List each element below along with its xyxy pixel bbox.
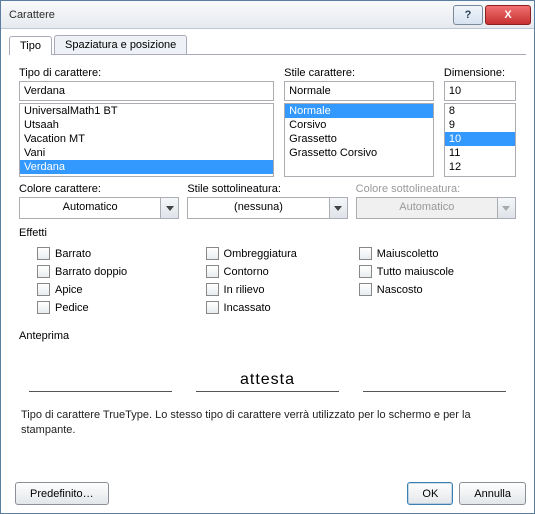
style-input[interactable] [284, 81, 434, 101]
character-dialog: Carattere ? X Tipo Spaziatura e posizion… [0, 0, 535, 514]
style-listbox[interactable]: Normale Corsivo Grassetto Grassetto Cors… [284, 103, 434, 177]
checkbox-icon [359, 247, 372, 260]
chevron-down-icon [497, 198, 515, 218]
underline-color-value: Automatico [357, 198, 497, 218]
cancel-button[interactable]: Annulla [459, 482, 526, 505]
checkbox-icon [37, 265, 50, 278]
tab-type[interactable]: Tipo [9, 36, 52, 55]
font-listbox[interactable]: UniversalMath1 BT Utsaah Vacation MT Van… [19, 103, 274, 177]
checkbox-icon [37, 283, 50, 296]
list-item[interactable]: Vani [20, 146, 273, 160]
chevron-down-icon [329, 198, 347, 218]
underline-style-label: Stile sottolineatura: [187, 183, 347, 195]
list-item[interactable]: 8 [445, 104, 515, 118]
checkbox-icon [206, 283, 219, 296]
titlebar: Carattere ? X [1, 1, 534, 29]
checkbox-icon [359, 265, 372, 278]
checkbox-hidden[interactable]: Nascosto [359, 283, 512, 296]
list-item[interactable]: Corsivo [285, 118, 433, 132]
list-item[interactable]: UniversalMath1 BT [20, 104, 273, 118]
checkbox-icon [37, 247, 50, 260]
checkbox-shadow[interactable]: Ombreggiatura [206, 247, 359, 260]
preview-text: attesta [240, 371, 295, 391]
size-label: Dimensione: [444, 67, 516, 79]
underline-color-dropdown: Automatico [356, 197, 516, 219]
window-title: Carattere [1, 9, 452, 21]
ok-button[interactable]: OK [407, 482, 453, 505]
preview-area: attesta [19, 346, 516, 400]
tab-bar: Tipo Spaziatura e posizione [9, 35, 526, 55]
checkbox-outline[interactable]: Contorno [206, 265, 359, 278]
underline-style-dropdown[interactable]: (nessuna) [187, 197, 347, 219]
font-input[interactable] [19, 81, 274, 101]
preview-label: Anteprima [19, 330, 516, 342]
checkbox-icon [206, 247, 219, 260]
list-item[interactable]: 11 [445, 146, 515, 160]
checkbox-double-strike[interactable]: Barrato doppio [37, 265, 206, 278]
checkbox-icon [206, 301, 219, 314]
font-color-label: Colore carattere: [19, 183, 179, 195]
checkbox-icon [206, 265, 219, 278]
list-item[interactable]: 12 [445, 160, 515, 174]
checkbox-icon [359, 283, 372, 296]
checkbox-engrave[interactable]: Incassato [206, 301, 359, 314]
checkbox-allcaps[interactable]: Tutto maiuscole [359, 265, 512, 278]
effects-label: Effetti [19, 227, 516, 239]
underline-style-value: (nessuna) [188, 198, 328, 218]
size-listbox[interactable]: 8 9 10 11 12 [444, 103, 516, 177]
default-button[interactable]: Predefinito… [15, 482, 109, 505]
chevron-down-icon [160, 198, 178, 218]
checkbox-subscript[interactable]: Pedice [37, 301, 206, 314]
list-item[interactable]: Vacation MT [20, 132, 273, 146]
checkbox-superscript[interactable]: Apice [37, 283, 206, 296]
font-label: Tipo di carattere: [19, 67, 274, 79]
tab-spacing[interactable]: Spaziatura e posizione [54, 35, 187, 54]
style-label: Stile carattere: [284, 67, 434, 79]
tab-type-label: Tipo [20, 40, 41, 52]
list-item[interactable]: Utsaah [20, 118, 273, 132]
size-input[interactable] [444, 81, 516, 101]
list-item[interactable]: Verdana [20, 160, 273, 174]
list-item[interactable]: 10 [445, 132, 515, 146]
checkbox-strikethrough[interactable]: Barrato [37, 247, 206, 260]
checkbox-emboss[interactable]: In rilievo [206, 283, 359, 296]
checkbox-smallcaps[interactable]: Maiuscoletto [359, 247, 512, 260]
font-color-value: Automatico [20, 198, 160, 218]
underline-color-label: Colore sottolineatura: [356, 183, 516, 195]
close-button[interactable]: X [485, 5, 531, 25]
help-button[interactable]: ? [453, 5, 483, 25]
list-item[interactable]: 9 [445, 118, 515, 132]
checkbox-icon [37, 301, 50, 314]
footnote-text: Tipo di carattere TrueType. Lo stesso ti… [9, 400, 526, 446]
list-item[interactable]: Normale [285, 104, 433, 118]
tab-spacing-label: Spaziatura e posizione [65, 39, 176, 51]
font-color-dropdown[interactable]: Automatico [19, 197, 179, 219]
list-item[interactable]: Grassetto Corsivo [285, 146, 433, 160]
list-item[interactable]: Grassetto [285, 132, 433, 146]
